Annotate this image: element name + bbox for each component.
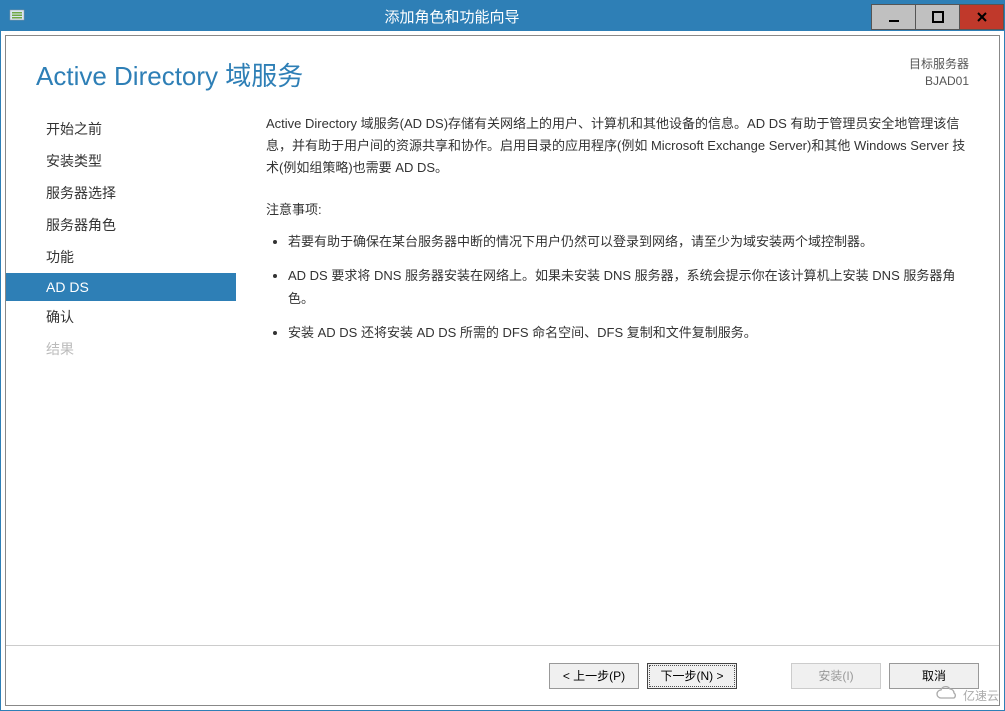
notes-list: 若要有助于确保在某台服务器中断的情况下用户仍然可以登录到网络，请至少为域安装两个… bbox=[266, 231, 969, 343]
previous-button[interactable]: < 上一步(P) bbox=[549, 663, 639, 689]
install-button: 安装(I) bbox=[791, 663, 881, 689]
sidebar-item-installation-type[interactable]: 安装类型 bbox=[6, 145, 236, 177]
target-server-label: 目标服务器 bbox=[909, 56, 969, 73]
sidebar-item-features[interactable]: 功能 bbox=[6, 241, 236, 273]
target-server-name: BJAD01 bbox=[909, 73, 969, 90]
page-title: Active Directory 域服务 bbox=[36, 56, 303, 93]
intro-text: Active Directory 域服务(AD DS)存储有关网络上的用户、计算… bbox=[266, 113, 969, 179]
minimize-button[interactable] bbox=[871, 4, 916, 30]
cancel-button[interactable]: 取消 bbox=[889, 663, 979, 689]
notes-heading: 注意事项: bbox=[266, 199, 969, 221]
content-frame: Active Directory 域服务 目标服务器 BJAD01 开始之前 安… bbox=[1, 31, 1004, 710]
sidebar-item-server-roles[interactable]: 服务器角色 bbox=[6, 209, 236, 241]
sidebar-item-ad-ds[interactable]: AD DS bbox=[6, 273, 236, 301]
window-controls bbox=[871, 3, 1004, 30]
titlebar: 添加角色和功能向导 bbox=[1, 1, 1004, 31]
next-button[interactable]: 下一步(N) > bbox=[647, 663, 737, 689]
header-area: Active Directory 域服务 目标服务器 BJAD01 bbox=[6, 36, 999, 103]
note-item: 若要有助于确保在某台服务器中断的情况下用户仍然可以登录到网络，请至少为域安装两个… bbox=[288, 231, 969, 253]
note-item: 安装 AD DS 还将安装 AD DS 所需的 DFS 命名空间、DFS 复制和… bbox=[288, 322, 969, 344]
sidebar-item-confirmation[interactable]: 确认 bbox=[6, 301, 236, 333]
inner-panel: Active Directory 域服务 目标服务器 BJAD01 开始之前 安… bbox=[5, 35, 1000, 706]
watermark-text: 亿速云 bbox=[963, 687, 999, 704]
minimize-icon bbox=[888, 11, 900, 23]
server-manager-icon bbox=[9, 8, 25, 24]
window-title: 添加角色和功能向导 bbox=[33, 6, 871, 27]
main-panel: Active Directory 域服务(AD DS)存储有关网络上的用户、计算… bbox=[236, 103, 979, 645]
sidebar-item-before-you-begin[interactable]: 开始之前 bbox=[6, 113, 236, 145]
wizard-footer: < 上一步(P) 下一步(N) > 安装(I) 取消 bbox=[6, 645, 999, 705]
cloud-icon bbox=[935, 686, 959, 705]
wizard-window: 添加角色和功能向导 Active Directory 域服务 目标服务器 BJA… bbox=[0, 0, 1005, 711]
wizard-sidebar: 开始之前 安装类型 服务器选择 服务器角色 功能 AD DS 确认 结果 bbox=[6, 103, 236, 645]
target-server-info: 目标服务器 BJAD01 bbox=[909, 56, 969, 90]
maximize-button[interactable] bbox=[915, 4, 960, 30]
maximize-icon bbox=[932, 11, 944, 23]
close-button[interactable] bbox=[959, 4, 1004, 30]
sidebar-item-server-selection[interactable]: 服务器选择 bbox=[6, 177, 236, 209]
note-item: AD DS 要求将 DNS 服务器安装在网络上。如果未安装 DNS 服务器，系统… bbox=[288, 265, 969, 309]
app-icon bbox=[1, 1, 33, 31]
body-area: 开始之前 安装类型 服务器选择 服务器角色 功能 AD DS 确认 结果 Act… bbox=[6, 103, 999, 645]
watermark: 亿速云 bbox=[935, 686, 999, 705]
close-icon bbox=[976, 11, 988, 23]
sidebar-item-results: 结果 bbox=[6, 333, 236, 365]
